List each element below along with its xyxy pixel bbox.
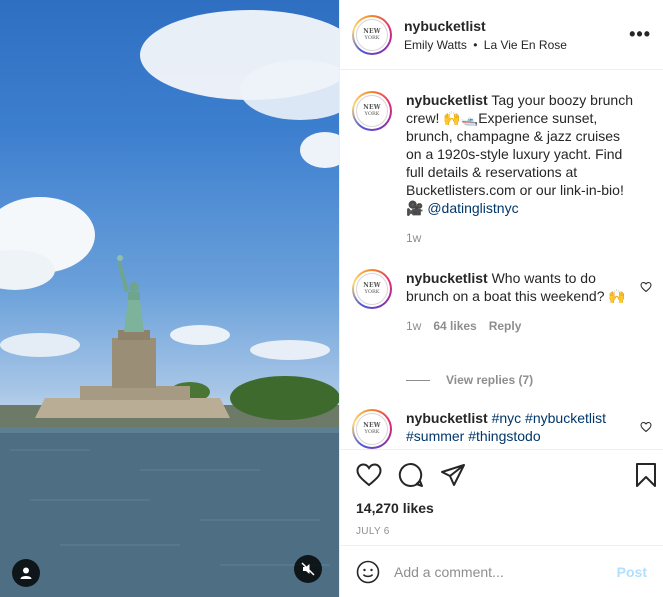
- audio-separator: •: [473, 37, 478, 52]
- comment: NEW YORK nybucketlist Who wants to do br…: [352, 269, 652, 335]
- avatar-text: YORK: [364, 111, 380, 117]
- caption-username[interactable]: nybucketlist: [406, 92, 488, 108]
- post-comment-button[interactable]: Post: [617, 564, 647, 580]
- mute-button[interactable]: [294, 555, 322, 583]
- post-date[interactable]: JULY 6: [340, 526, 663, 537]
- avatar[interactable]: NEW YORK: [352, 14, 392, 55]
- comments-list[interactable]: NEW YORK nybucketlist Tag your boozy bru…: [340, 71, 663, 449]
- user-tag-button[interactable]: [12, 559, 40, 587]
- caption: NEW YORK nybucketlist Tag your boozy bru…: [352, 91, 652, 247]
- post-header: NEW YORK nybucketlist Emily Watts • La V…: [340, 0, 663, 70]
- view-replies-label: View replies (7): [446, 373, 534, 387]
- comment-input[interactable]: Add a comment...: [394, 564, 617, 580]
- video-frame: [0, 10, 339, 597]
- audio-attribution[interactable]: Emily Watts • La Vie En Rose: [404, 38, 629, 52]
- caption-text: Tag your boozy brunch crew! 🙌🛥️Experienc…: [406, 92, 633, 216]
- share-paper-plane-icon[interactable]: [440, 463, 466, 487]
- post-actions: 14,270 likes JULY 6: [340, 449, 663, 537]
- reply-button[interactable]: Reply: [489, 317, 522, 335]
- like-comment-heart-icon[interactable]: [640, 421, 652, 433]
- comment-bubble-icon[interactable]: [398, 462, 424, 488]
- avatar[interactable]: NEW YORK: [352, 91, 392, 131]
- audio-artist[interactable]: Emily Watts: [404, 38, 467, 52]
- likes-count[interactable]: 14,270 likes: [340, 500, 663, 516]
- like-comment-heart-icon[interactable]: [640, 281, 652, 293]
- view-replies-button[interactable]: View replies (7): [406, 373, 533, 387]
- emoji-icon[interactable]: [356, 560, 380, 584]
- comment-likes[interactable]: 64 likes: [433, 317, 476, 335]
- comment: NEW YORK nybucketlist #nyc #nybucketlist…: [352, 409, 652, 449]
- comment-composer: Add a comment... Post: [340, 545, 663, 597]
- speaker-muted-icon: [301, 562, 315, 576]
- caption-time[interactable]: 1w: [406, 229, 421, 247]
- comment-username[interactable]: nybucketlist: [406, 410, 488, 426]
- audio-song[interactable]: La Vie En Rose: [484, 38, 567, 52]
- comment-time[interactable]: 1w: [406, 317, 421, 335]
- like-heart-icon[interactable]: [356, 463, 382, 487]
- caption-mention[interactable]: @datinglistnyc: [427, 200, 518, 216]
- avatar-text: YORK: [364, 289, 380, 295]
- avatar-text: YORK: [364, 34, 380, 41]
- post-username[interactable]: nybucketlist: [404, 18, 629, 34]
- avatar[interactable]: NEW YORK: [352, 409, 392, 449]
- more-options-button[interactable]: •••: [629, 24, 651, 45]
- save-bookmark-icon[interactable]: [635, 462, 657, 488]
- replies-divider: [406, 379, 430, 381]
- comment-username[interactable]: nybucketlist: [406, 270, 488, 286]
- avatar[interactable]: NEW YORK: [352, 269, 392, 309]
- post-video[interactable]: [0, 0, 339, 597]
- avatar-text: YORK: [364, 429, 380, 435]
- user-icon: [20, 567, 32, 579]
- post-panel: NEW YORK nybucketlist Emily Watts • La V…: [339, 0, 663, 597]
